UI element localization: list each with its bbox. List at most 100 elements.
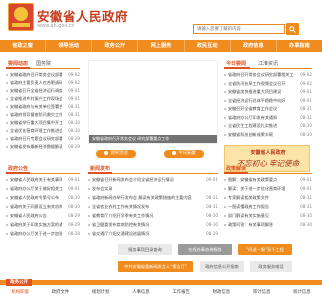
list-item-date: 08-29 (68, 136, 80, 141)
bullet-icon (224, 215, 226, 217)
list-item[interactable]: 安徽省人民政府关于有关事项的通知 09-01 (6, 176, 80, 184)
list-item-date: 09-02 (68, 72, 80, 77)
list-item[interactable]: 安徽召开全省教育工作会议 08-31 (224, 105, 312, 113)
list-item[interactable]: 全省防汛抗旱工作视频会议召开 09-02 (224, 80, 312, 88)
list-item[interactable]: 省政府办公厅关于进一步加强管理的意见 08-28 (6, 230, 80, 238)
news-photo[interactable]: 安徽省政府召开常务会议 研究部署重点工作 (88, 60, 218, 144)
list-item[interactable]: 解读：关于进一步优化营商环境 09-01 (224, 185, 312, 193)
site-url: www.ah.gov.cn (37, 23, 75, 29)
list-item[interactable]: 安徽省人民政府令第号公布 08-30 (6, 194, 80, 202)
site-header: 安徽省人民政府 www.ah.gov.cn (0, 0, 322, 38)
release-panel-head: 新闻发布 (88, 165, 218, 174)
list-item[interactable]: 安徽省发布最新经济数据解读 08-29 (6, 143, 80, 151)
bottom-tab[interactable]: 统计信息 (282, 288, 322, 297)
list-item-date: 08-31 (68, 104, 80, 109)
list-item-title: 安徽省召开新闻发布会介绍全省经济运行情况 (92, 177, 174, 182)
list-item[interactable]: 全省推进乡村振兴工作现场会议召开 09-01 (6, 95, 80, 103)
bottom-tab[interactable]: 工作报告 (161, 288, 201, 297)
list-item-title: 省交通厅介绍交通建设进展情况 (92, 231, 150, 236)
leader-activity-button[interactable]: 领导活动 (96, 150, 136, 158)
list-item-date: 09-01 (300, 177, 312, 182)
list-item[interactable]: 安徽省召开新闻发布会介绍全省经济运行情况 09-01 (88, 176, 218, 184)
bottom-tab[interactable]: 人事信息 (121, 288, 161, 297)
nav-item[interactable]: 政务公开 (92, 40, 139, 52)
nav-item[interactable]: 办事指南 (277, 40, 322, 52)
list-item-date: 08-30 (300, 222, 312, 227)
list-item[interactable]: 安徽省政府召开常务会议部署相关工作 09-02 (6, 71, 80, 79)
list-item[interactable]: 全省农业农村工作有关情况发布 08-31 (88, 203, 218, 211)
list-item-title: 安徽省科技创新成果丰硕 (228, 131, 274, 137)
list-item[interactable]: 全省民生工程建设扎实推进 08-30 (224, 122, 312, 130)
list-item-date: 08-30 (68, 204, 80, 209)
service-button[interactable]: “四送一服”双千工程 (238, 244, 292, 255)
bullet-icon (224, 179, 226, 181)
service-button[interactable]: 中共安徽省委新闻发言人“报告厅” (118, 261, 193, 272)
list-item-date: 08-30 (68, 120, 80, 125)
list-item-date: 08-30 (68, 195, 80, 200)
list-item-date: 08-31 (300, 114, 312, 120)
nav-item[interactable]: 网上服务 (138, 40, 185, 52)
list-item[interactable]: 省政府新闻办举行发布会 解读有关政策措施的主要内容 08-31 (88, 194, 218, 202)
bottom-tab[interactable]: 审计信息 (242, 288, 282, 297)
list-item[interactable]: 安徽省科技创新成果丰硕 08-30 (224, 131, 312, 139)
list-item[interactable]: 省政府召开常务会议研究部署相关工作 09-02 (224, 71, 312, 79)
tab-underline (88, 172, 112, 174)
search-button[interactable] (286, 23, 299, 35)
list-item[interactable]: 省教育厅介绍开学季有关工作情况 08-30 (88, 212, 218, 220)
list-item[interactable]: 省政府主要负责人在合肥调研重点项目 09-02 (6, 79, 80, 87)
tab-underline (224, 67, 250, 69)
nav-item[interactable]: 政民互动 (185, 40, 231, 52)
list-item-date: 08-31 (300, 106, 312, 111)
list-item-date: 09-02 (300, 72, 312, 77)
bullet-icon (6, 106, 8, 108)
tab-jianghuai[interactable]: 江淮资讯 (258, 60, 278, 69)
nav-item[interactable]: 政府信息 (231, 40, 277, 52)
list-item[interactable]: 部门解读有关实施意见 08-30 (224, 212, 312, 220)
list-item-date: 09-01 (68, 88, 80, 93)
bullet-icon (6, 215, 8, 217)
list-item[interactable]: 政策问答：有关事项解答 08-30 (224, 221, 312, 229)
list-item-date: 09-02 (68, 80, 80, 85)
list-item-title: 省政府办公厅关于进一步加强管理的意见 (10, 231, 62, 236)
bullet-icon (88, 179, 90, 181)
nav-item[interactable]: 省政之窗 (0, 40, 47, 52)
service-button[interactable]: 政务服务电话 (250, 261, 292, 272)
bottom-tab[interactable]: 政府文件 (40, 288, 80, 297)
list-item[interactable]: 发布会实录 (88, 185, 218, 193)
service-button[interactable]: 在线办事咨询服务 (178, 244, 232, 255)
section-label: 政务公开 (6, 279, 32, 286)
list-item[interactable]: 安徽省政府与有关单位签署合作协议 08-31 (6, 103, 80, 111)
service-button[interactable]: 服务事项目录查询 (118, 244, 172, 255)
search-input[interactable] (193, 24, 285, 34)
list-item[interactable]: 省交通厅介绍交通建设进展情况 08-29 (88, 230, 218, 238)
list-item[interactable]: 一图读懂政府工作报告 08-31 (224, 203, 312, 211)
service-button[interactable]: 政府信息公开指南 (200, 261, 244, 272)
today-anhui-button[interactable]: 今日安徽 (164, 150, 204, 158)
list-item[interactable]: 省政府关于印发实施方案的通知 08-29 (6, 221, 80, 229)
list-item[interactable]: 省卫健委发布疾病防控有关情况 08-30 (88, 221, 218, 229)
list-item[interactable]: 全省优化营商环境工作推进会召开 08-30 (6, 127, 80, 135)
list-item[interactable]: 专家解读相关政策文件 08-31 (224, 194, 312, 202)
list-item[interactable]: 安徽省举行重大项目集中开工仪式 08-30 (6, 119, 80, 127)
bullet-icon (6, 197, 8, 199)
list-item-title: 专家解读相关政策文件 (228, 195, 269, 200)
bullet-icon (224, 133, 226, 136)
list-item[interactable]: 省政府办公厅关于做好相关工作的通知 09-01 (6, 185, 80, 193)
bullet-icon (88, 215, 90, 217)
bottom-tab[interactable]: 机构职能 (0, 288, 40, 297)
list-item[interactable]: 安徽省加快推进重大项目建设 09-01 (224, 88, 312, 96)
list-item[interactable]: 安徽省召开全省经济运行调度会议部署 09-01 (6, 87, 80, 95)
list-item-title: 省政府新闻办举行发布会 解读有关政策措施的主要内容 (92, 195, 192, 200)
bottom-tab[interactable]: 财政信息 (201, 288, 241, 297)
list-item[interactable]: 图解：安徽省有关政策要点 09-01 (224, 176, 312, 184)
tab-state-council[interactable]: 国务院 (36, 60, 51, 69)
list-item[interactable]: 省政府关于同意设立有关机构的批复 08-30 (6, 203, 80, 211)
list-item[interactable]: 安徽省人民政府公告 08-29 (6, 212, 80, 220)
bottom-tab[interactable]: 规划计划 (81, 288, 121, 297)
list-item[interactable]: 全省经济运行总体平稳稳中向好 09-01 (224, 97, 312, 105)
list-item[interactable]: 省政府办公厅印发有关通知 08-31 (224, 114, 312, 122)
list-item[interactable]: 省政府召开专题会议研究部署工作 08-29 (6, 135, 80, 143)
list-item-title: 图解：安徽省有关政策要点 (228, 177, 278, 182)
nav-item[interactable]: 领导活动 (46, 40, 93, 52)
list-item[interactable]: 省政府领导督查防汛救灾工作 08-31 (6, 111, 80, 119)
